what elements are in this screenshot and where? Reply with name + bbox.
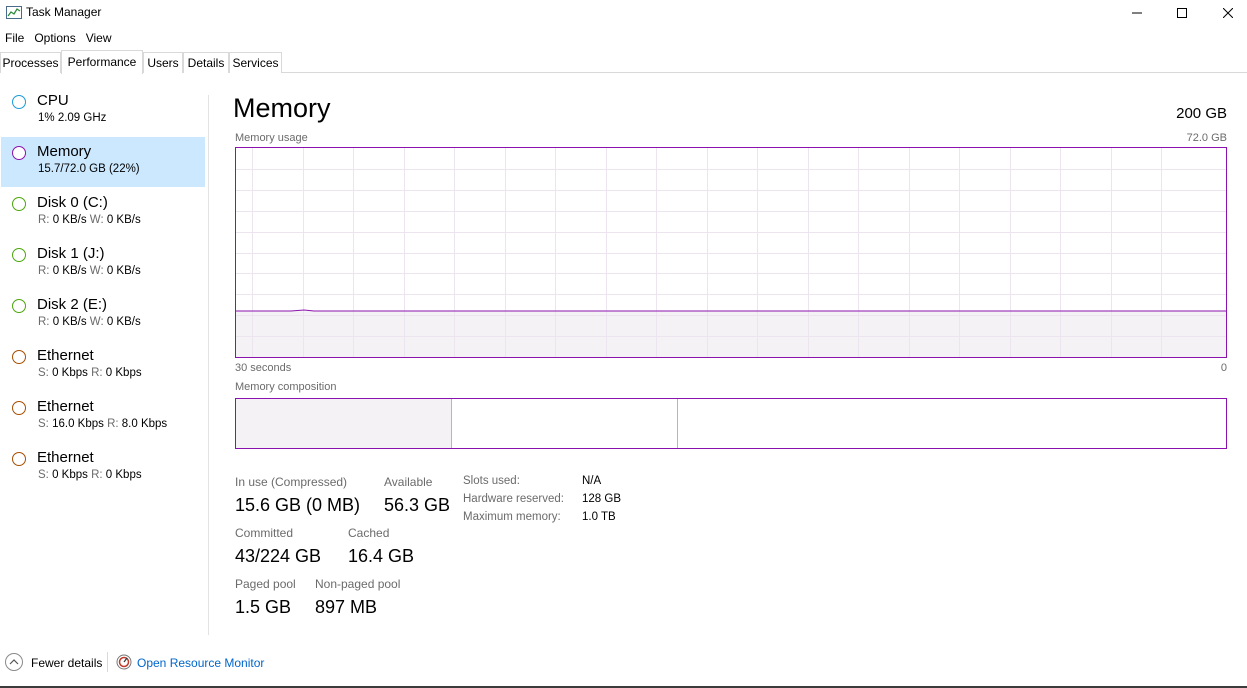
available-label: Available [384, 475, 433, 489]
ethernet-graph-icon [12, 452, 26, 466]
chevron-up-icon[interactable] [5, 653, 23, 671]
composition-in-use[interactable] [236, 399, 452, 448]
memory-usage-label: Memory usage [235, 132, 308, 144]
usage-fill [236, 311, 1226, 357]
task-manager-icon [6, 6, 22, 19]
minimize-icon [1132, 12, 1142, 14]
menu-file[interactable]: File [0, 29, 29, 47]
sidebar-item-detail: S: 0 Kbps R: 0 Kbps [38, 367, 142, 379]
ethernet-graph-icon [12, 401, 26, 415]
menu-bar: File Options View [0, 29, 117, 47]
sidebar-item-disk-1[interactable]: Disk 1 (J:) R: 0 KB/s W: 0 KB/s [1, 239, 205, 289]
non-paged-pool-value: 897 MB [315, 597, 378, 617]
resource-monitor-icon[interactable] [116, 654, 132, 670]
usage-line [236, 309, 1226, 312]
graph-time-end: 0 [1220, 362, 1227, 374]
tab-details[interactable]: Details [183, 52, 229, 73]
disk-graph-icon [12, 197, 26, 211]
maximum-memory-label: Maximum memory: [463, 511, 561, 523]
sidebar-item-detail: R: 0 KB/s W: 0 KB/s [38, 214, 141, 226]
composition-free[interactable] [678, 399, 1226, 448]
sidebar-item-title: Memory [37, 143, 92, 160]
close-button[interactable] [1205, 0, 1247, 26]
memory-usage-svg [236, 148, 1226, 357]
footer-divider [107, 652, 108, 672]
tab-bar: Processes Performance Users Details Serv… [0, 50, 1247, 74]
disk-graph-icon [12, 248, 26, 262]
tab-performance[interactable]: Performance [61, 50, 143, 74]
hardware-reserved-value: 128 GB [582, 493, 621, 505]
memory-composition-bar [235, 398, 1227, 449]
sidebar-item-title: Disk 0 (C:) [37, 194, 108, 211]
cached-value: 16.4 GB [348, 546, 415, 566]
page-title: Memory [233, 93, 331, 123]
memory-usage-graph [235, 147, 1227, 358]
paged-pool-label: Paged pool [235, 577, 296, 591]
sidebar-item-memory[interactable]: Memory 15.7/72.0 GB (22%) [1, 137, 205, 187]
disk-graph-icon [12, 299, 26, 313]
minimize-button[interactable] [1114, 0, 1160, 26]
footer: Fewer details Open Resource Monitor [0, 648, 1247, 688]
committed-value: 43/224 GB [235, 546, 322, 566]
maximum-memory-value: 1.0 TB [582, 511, 616, 523]
window-title: Task Manager [26, 5, 102, 19]
open-resource-monitor-link[interactable]: Open Resource Monitor [137, 656, 264, 670]
sidebar-item-disk-2[interactable]: Disk 2 (E:) R: 0 KB/s W: 0 KB/s [1, 290, 205, 340]
memory-total: 200 GB [1176, 105, 1227, 122]
menu-options[interactable]: Options [29, 29, 80, 47]
sidebar-item-title: Ethernet [37, 449, 94, 466]
memory-usage-max: 72.0 GB [1186, 132, 1227, 144]
menu-view[interactable]: View [81, 29, 117, 47]
sidebar-item-detail: 1% 2.09 GHz [38, 112, 107, 124]
cpu-graph-icon [12, 95, 26, 109]
maximize-button[interactable] [1159, 0, 1205, 26]
in-use-label: In use (Compressed) [235, 475, 348, 489]
fewer-details-button[interactable]: Fewer details [31, 656, 102, 670]
tab-services[interactable]: Services [229, 52, 282, 73]
graph-time-span: 30 seconds [235, 362, 292, 374]
sidebar-item-disk-0[interactable]: Disk 0 (C:) R: 0 KB/s W: 0 KB/s [1, 188, 205, 238]
sidebar-item-ethernet-1[interactable]: Ethernet S: 0 Kbps R: 0 Kbps [1, 341, 205, 391]
memory-graph-icon [12, 146, 26, 160]
composition-standby[interactable] [452, 399, 678, 448]
sidebar-item-cpu[interactable]: CPU 1% 2.09 GHz [1, 86, 205, 136]
ethernet-graph-icon [12, 350, 26, 364]
sidebar-item-title: Ethernet [37, 347, 94, 364]
close-icon [1223, 8, 1233, 18]
sidebar-item-detail: S: 0 Kbps R: 0 Kbps [38, 469, 142, 481]
tab-users[interactable]: Users [143, 52, 183, 73]
sidebar-item-title: Disk 2 (E:) [37, 296, 108, 313]
cached-label: Cached [348, 526, 390, 540]
non-paged-pool-label: Non-paged pool [315, 577, 401, 591]
memory-composition-label: Memory composition [235, 381, 337, 393]
sidebar-item-title: Disk 1 (J:) [37, 245, 105, 262]
sidebar-item-ethernet-2[interactable]: Ethernet S: 16.0 Kbps R: 8.0 Kbps [1, 392, 205, 442]
paged-pool-value: 1.5 GB [235, 597, 292, 617]
sidebar-item-detail: R: 0 KB/s W: 0 KB/s [38, 316, 141, 328]
sidebar-item-ethernet-3[interactable]: Ethernet S: 0 Kbps R: 0 Kbps [1, 443, 205, 493]
title-bar: Task Manager [0, 0, 1247, 26]
available-value: 56.3 GB [384, 495, 451, 515]
sidebar-item-title: CPU [37, 92, 69, 109]
sidebar-item-detail: S: 16.0 Kbps R: 8.0 Kbps [38, 418, 168, 430]
tab-processes[interactable]: Processes [0, 52, 61, 73]
sidebar-item-detail: R: 0 KB/s W: 0 KB/s [38, 265, 141, 277]
slots-used-label: Slots used: [463, 475, 520, 487]
committed-label: Committed [235, 526, 294, 540]
sidebar-divider[interactable] [208, 95, 209, 635]
hardware-reserved-label: Hardware reserved: [463, 493, 564, 505]
maximize-icon [1177, 8, 1187, 18]
sidebar-item-title: Ethernet [37, 398, 94, 415]
sidebar-item-detail: 15.7/72.0 GB (22%) [38, 163, 140, 175]
in-use-value: 15.6 GB (0 MB) [235, 495, 361, 515]
slots-used-value: N/A [582, 475, 602, 487]
